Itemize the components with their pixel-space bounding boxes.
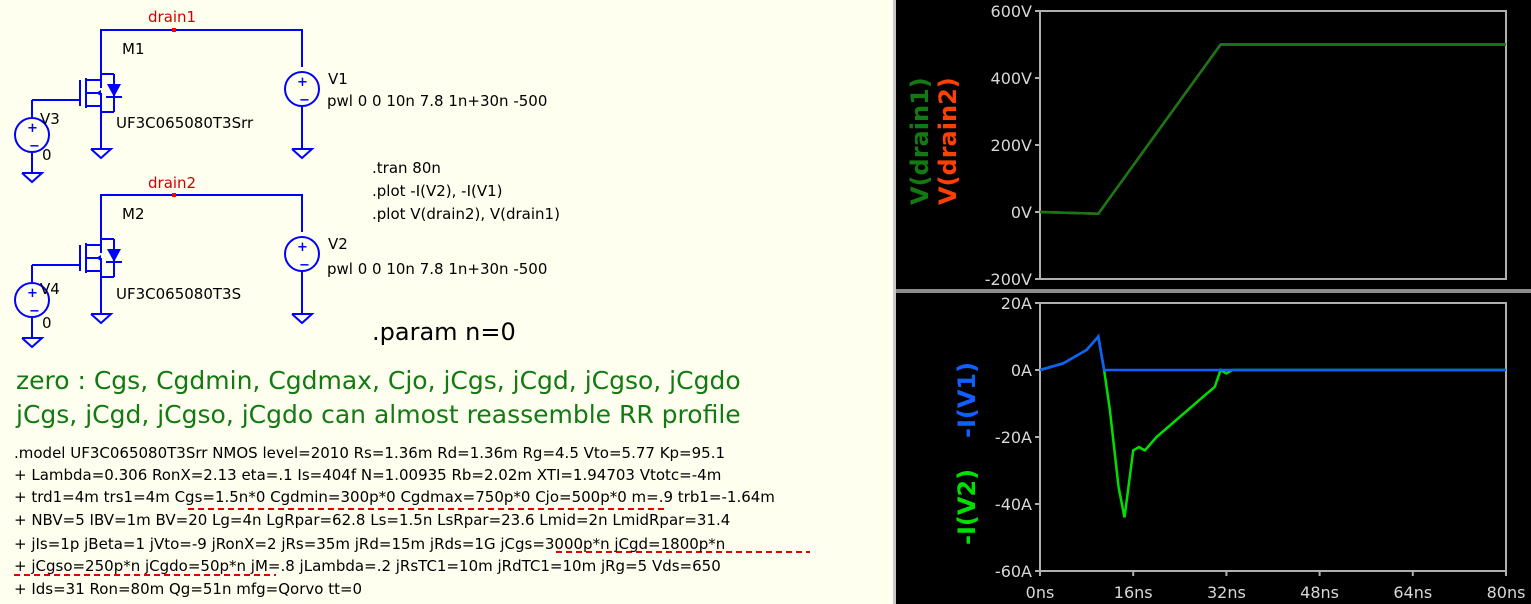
v2-value[interactable]: pwl 0 0 10n 7.8 1n+30n -500 [327,262,547,277]
v3-value[interactable]: 0 [42,148,52,163]
model-line-1[interactable]: .model UF3C065080T3Srr NMOS level=2010 R… [14,446,725,461]
voltage-y-tick-label: 0V [1011,203,1032,222]
voltage-y-tick-label: 600V [991,2,1033,21]
schematic-canvas[interactable]: + − + − + − + − drain1 drain2 M1 UF3C065080T… [0,0,893,604]
param-directive[interactable]: .param n=0 [372,320,516,344]
model-line-3[interactable]: + trd1=4m trs1=4m Cgs=1.5n*0 Cgdmin=300p… [14,490,775,505]
v1-name[interactable]: V1 [328,72,348,87]
voltage-plot-frame [1039,10,1507,280]
v3-name[interactable]: V3 [40,112,60,127]
comment-line-2[interactable]: jCgs, jCgd, jCgso, jCgdo can almost reas… [16,402,741,427]
directive-plot-voltages[interactable]: .plot V(drain2), V(drain1) [372,207,560,222]
svg-text:−: − [29,304,40,319]
model-line-7[interactable]: + Ids=31 Ron=80m Qg=51n mfg=Qorvo tt=0 [14,582,362,597]
svg-text:−: − [299,93,310,108]
voltage-axis-ticks: 600V 400V 200V 0V -200V [985,2,1040,289]
current-y-tick-label: -20A [995,428,1032,447]
model-line-2[interactable]: + Lambda=0.306 RonX=2.13 eta=.1 Is=404f … [14,468,721,483]
m1-name[interactable]: M1 [122,42,145,57]
current-axis-ticks: 20A 0A -20A -40A -60A [995,294,1040,581]
m1-model[interactable]: UF3C065080T3Srr [116,116,253,131]
net-label-drain1[interactable]: drain1 [148,10,196,25]
svg-text:+: + [297,75,308,90]
m2-model[interactable]: UF3C065080T3S [116,287,241,302]
current-y-tick-label: 20A [1001,294,1032,313]
plot-pane-separator[interactable] [896,289,1531,293]
model-line-5[interactable]: + jIs=1p jBeta=1 jVto=-9 jRonX=2 jRs=35m… [14,537,725,552]
current-y-tick-label: 0A [1011,361,1032,380]
svg-text:+: + [27,286,38,301]
directive-tran[interactable]: .tran 80n [372,161,441,176]
time-axis-ticks: 0ns 16ns 32ns 48ns 64ns 80ns [1026,571,1526,602]
trace-v-drain2-[interactable] [1039,43,1506,215]
trace-label-vdrain2[interactable]: V(drain2) [934,77,962,205]
svg-text:+: + [27,121,38,136]
svg-text:+: + [297,240,308,255]
v2-name[interactable]: V2 [328,237,348,252]
time-x-tick-label: 16ns [1114,583,1153,602]
current-y-tick-label: -40A [995,495,1032,514]
v4-name[interactable]: V4 [40,282,60,297]
comment-line-1[interactable]: zero : Cgs, Cgdmin, Cgdmax, Cjo, jCgs, j… [16,368,741,393]
trace-v-drain1-[interactable] [1039,43,1506,215]
current-plot-frame [1039,302,1507,572]
directive-plot-currents[interactable]: .plot -I(V2), -I(V1) [372,184,503,199]
waveform-viewer[interactable]: 600V 400V 200V 0V -200V 20A 0A -20A -40A -60A 0n… [896,0,1531,604]
model-line-4[interactable]: + NBV=5 IBV=1m BV=20 Lg=4n LgRpar=62.8 L… [14,513,730,528]
waveform-plots[interactable]: 600V 400V 200V 0V -200V 20A 0A -20A -40A -60A 0n… [896,0,1531,604]
voltage-y-tick-label: -200V [985,270,1032,289]
time-x-tick-label: 48ns [1300,583,1339,602]
svg-text:−: − [29,139,40,154]
time-x-tick-label: 0ns [1026,583,1055,602]
current-y-tick-label: -60A [995,562,1032,581]
trace-label-iv1[interactable]: -I(V1) [953,362,981,438]
time-x-tick-label: 64ns [1393,583,1432,602]
voltage-y-tick-label: 200V [991,136,1033,155]
time-x-tick-label: 80ns [1487,583,1526,602]
voltage-y-tick-label: 400V [991,69,1033,88]
model-line-6[interactable]: + jCgso=250p*n jCgdo=50p*n jM=.8 jLambda… [14,559,721,574]
v1-value[interactable]: pwl 0 0 10n 7.8 1n+30n -500 [327,94,547,109]
trace-label-vdrain1[interactable]: V(drain1) [906,77,934,205]
trace--i-v2-[interactable] [1039,333,1506,518]
svg-text:−: − [299,258,310,273]
waveform-traces [1039,43,1506,518]
time-x-tick-label: 32ns [1207,583,1246,602]
v4-value[interactable]: 0 [42,316,52,331]
net-label-drain2[interactable]: drain2 [148,176,196,191]
m2-name[interactable]: M2 [122,207,145,222]
trace-label-iv2[interactable]: -I(V2) [953,469,981,545]
trace--i-v1-[interactable] [1039,333,1506,372]
